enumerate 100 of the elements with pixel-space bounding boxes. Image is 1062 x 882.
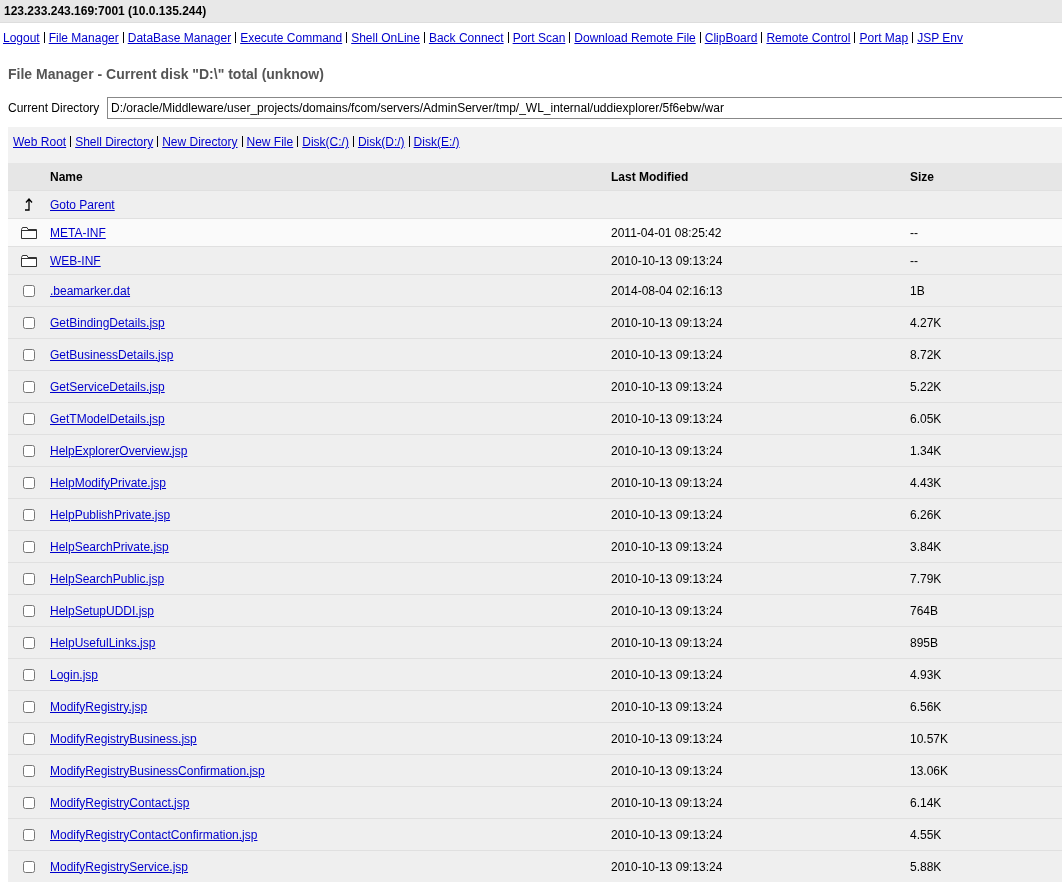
file-link[interactable]: Login.jsp — [50, 667, 99, 682]
column-header: Size — [910, 169, 935, 184]
file-link[interactable]: HelpModifyPrivate.jsp — [50, 475, 167, 490]
nav-link[interactable]: File Manager — [48, 31, 119, 45]
table-cell: 2010-10-13 09:13:24 — [611, 411, 723, 426]
folder-icon — [21, 254, 37, 267]
file-checkbox[interactable] — [23, 316, 35, 329]
table-cell: 2010-10-13 09:13:24 — [611, 795, 723, 810]
nav-link[interactable]: Port Map — [859, 31, 909, 45]
table-cell: 2010-10-13 09:13:24 — [611, 603, 723, 618]
table-cell: 5.22K — [910, 379, 942, 394]
table-cell: 2010-10-13 09:13:24 — [611, 475, 723, 490]
table-cell: 2010-10-13 09:13:24 — [611, 379, 723, 394]
table-cell: 4.93K — [910, 667, 942, 682]
file-checkbox[interactable] — [23, 348, 35, 361]
file-checkbox[interactable] — [23, 476, 35, 489]
nav-link[interactable]: Shell OnLine — [351, 31, 420, 45]
table-cell: 4.27K — [910, 315, 942, 330]
table-cell: -- — [910, 225, 918, 240]
file-link[interactable]: HelpUsefulLinks.jsp — [50, 635, 156, 650]
file-link[interactable]: ModifyRegistry.jsp — [50, 699, 148, 714]
table-cell: -- — [910, 253, 918, 268]
shortcut-link[interactable]: Shell Directory — [75, 135, 154, 149]
file-checkbox[interactable] — [23, 796, 35, 809]
file-link[interactable]: ModifyRegistryContactConfirmation.jsp — [50, 827, 258, 842]
shortcut-link[interactable]: Disk(D:/) — [357, 135, 405, 149]
table-cell: 895B — [910, 635, 939, 650]
file-link[interactable]: GetTModelDetails.jsp — [50, 411, 165, 426]
file-checkbox[interactable] — [23, 860, 35, 873]
file-link[interactable]: ModifyRegistryContact.jsp — [50, 795, 190, 810]
file-checkbox[interactable] — [23, 284, 35, 297]
table-cell: 2010-10-13 09:13:24 — [611, 571, 723, 586]
directory-field[interactable]: D:/oracle/Middleware/user_projects/domains/fcom/servers/AdminServer/tmp/_WL_internal/uddiexplorer/5f6ebw/war — [107, 97, 1062, 119]
table-cell: 2010-10-13 09:13:24 — [611, 667, 723, 682]
table-cell: 8.72K — [910, 347, 942, 362]
file-checkbox[interactable] — [23, 572, 35, 585]
file-link[interactable]: HelpSearchPublic.jsp — [50, 571, 165, 586]
file-checkbox[interactable] — [23, 540, 35, 553]
shortcut-link[interactable]: New Directory — [162, 135, 238, 149]
table-cell: 2010-10-13 09:13:24 — [611, 731, 723, 746]
table-cell: 1B — [910, 283, 925, 298]
file-checkbox[interactable] — [23, 732, 35, 745]
table-cell: 2010-10-13 09:13:24 — [611, 859, 723, 874]
shortcut-link[interactable]: Disk(E:/) — [413, 135, 460, 149]
nav-link[interactable]: Remote Control — [766, 31, 851, 45]
file-link[interactable]: ModifyRegistryBusinessConfirmation.jsp — [50, 763, 265, 778]
table-cell: 6.14K — [910, 795, 942, 810]
table-cell: 2010-10-13 09:13:24 — [611, 253, 723, 268]
table-cell: 2014-08-04 02:16:13 — [611, 283, 723, 298]
file-checkbox[interactable] — [23, 764, 35, 777]
table-cell: 2010-10-13 09:13:24 — [611, 347, 723, 362]
file-checkbox[interactable] — [23, 700, 35, 713]
file-checkbox[interactable] — [23, 412, 35, 425]
column-header: Last Modified — [611, 169, 690, 184]
table-cell: 2010-10-13 09:13:24 — [611, 507, 723, 522]
server-address: 123.233.243.169:7001 (10.0.135.244) — [4, 4, 207, 18]
file-link[interactable]: HelpPublishPrivate.jsp — [50, 507, 171, 522]
file-link[interactable]: GetBusinessDetails.jsp — [50, 347, 174, 362]
nav-link[interactable]: Port Scan — [512, 31, 566, 45]
file-link[interactable]: META-INF — [50, 225, 106, 240]
table-cell: 3.84K — [910, 539, 942, 554]
nav-link[interactable]: DataBase Manager — [127, 31, 232, 45]
table-cell: 2010-10-13 09:13:24 — [611, 635, 723, 650]
folder-icon — [21, 226, 37, 239]
nav-link[interactable]: Execute Command — [240, 31, 343, 45]
nav-link[interactable]: Download Remote File — [574, 31, 696, 45]
file-link[interactable]: GetBindingDetails.jsp — [50, 315, 165, 330]
shortcut-link[interactable]: Web Root — [13, 135, 67, 149]
file-link[interactable]: HelpExplorerOverview.jsp — [50, 443, 188, 458]
file-checkbox[interactable] — [23, 380, 35, 393]
file-checkbox[interactable] — [23, 508, 35, 521]
file-link[interactable]: WEB-INF — [50, 253, 101, 268]
file-checkbox[interactable] — [23, 668, 35, 681]
nav-link[interactable]: Logout — [3, 31, 40, 45]
file-link[interactable]: Goto Parent — [50, 197, 115, 212]
table-cell: 4.43K — [910, 475, 942, 490]
nav-link[interactable]: JSP Env — [917, 31, 963, 45]
table-cell: 2010-10-13 09:13:24 — [611, 763, 723, 778]
file-link[interactable]: HelpSetupUDDI.jsp — [50, 603, 155, 618]
file-checkbox[interactable] — [23, 828, 35, 841]
file-checkbox[interactable] — [23, 444, 35, 457]
file-link[interactable]: HelpSearchPrivate.jsp — [50, 539, 169, 554]
file-link[interactable]: .beamarker.dat — [50, 283, 131, 298]
table-cell: 764B — [910, 603, 939, 618]
file-link[interactable]: ModifyRegistryService.jsp — [50, 859, 189, 874]
nav-link[interactable]: ClipBoard — [704, 31, 758, 45]
file-checkbox[interactable] — [23, 636, 35, 649]
file-checkbox[interactable] — [23, 604, 35, 617]
nav-link[interactable]: Back Connect — [428, 31, 504, 45]
table-cell: 10.57K — [910, 731, 949, 746]
shortcut-link[interactable]: New File — [246, 135, 294, 149]
table-cell: 2010-10-13 09:13:24 — [611, 443, 723, 458]
table-cell: 2010-10-13 09:13:24 — [611, 699, 723, 714]
shortcut-link[interactable]: Disk(C:/) — [302, 135, 349, 149]
page-title: File Manager - Current disk "D:\" total (unknow) — [7, 65, 325, 84]
file-link[interactable]: GetServiceDetails.jsp — [50, 379, 165, 394]
table-cell: 1.34K — [910, 443, 942, 458]
table-cell: 2010-10-13 09:13:24 — [611, 315, 723, 330]
column-header: Name — [50, 169, 84, 184]
file-link[interactable]: ModifyRegistryBusiness.jsp — [50, 731, 197, 746]
